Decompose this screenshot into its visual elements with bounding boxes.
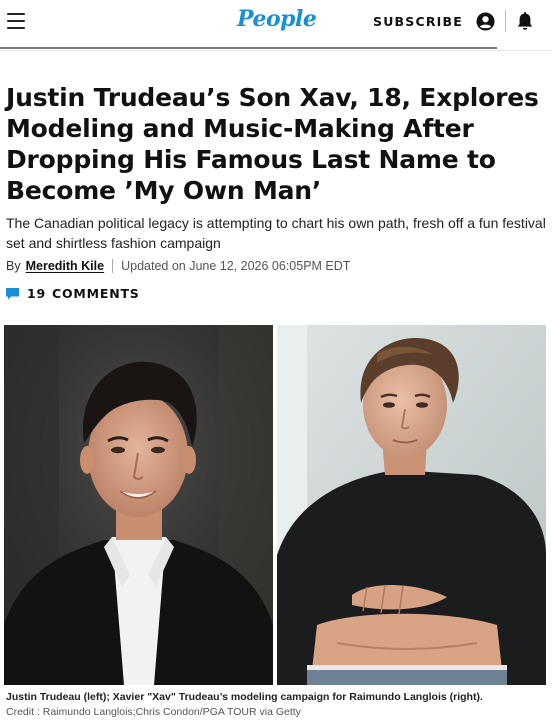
author-link[interactable]: Meredith Kile (26, 259, 105, 273)
article-headline: Justin Trudeau’s Son Xav, 18, Explores M… (6, 83, 539, 205)
photo-justin-trudeau (4, 325, 273, 685)
notification-bell-icon[interactable] (516, 12, 534, 32)
header-rule-fade (0, 50, 552, 51)
comments-link[interactable]: 19 COMMENTS (6, 286, 140, 301)
photo-caption: Justin Trudeau (left); Xavier "Xav" Trud… (6, 691, 483, 703)
byline-by-label: By (6, 259, 21, 273)
byline-separator (112, 259, 114, 273)
comment-bubble-icon (6, 287, 19, 299)
photo-credit: Credit : Raimundo Langlois;Chris Condon/… (6, 706, 301, 718)
subscribe-button[interactable]: SUBSCRIBE (373, 14, 463, 29)
article-dek: The Canadian political legacy is attempt… (6, 215, 546, 251)
updated-timestamp: Updated on June 12, 2026 06:05PM EDT (121, 259, 351, 273)
photo-xav-modeling-campaign (277, 325, 546, 685)
comments-label: COMMENTS (52, 286, 140, 301)
header-divider (505, 10, 506, 32)
account-circle-icon[interactable] (476, 12, 495, 31)
site-header: People SUBSCRIBE (0, 0, 552, 44)
hamburger-menu-icon[interactable] (7, 13, 25, 29)
site-logo[interactable]: People (237, 6, 317, 32)
comments-count: 19 (27, 286, 46, 301)
header-rule (0, 47, 497, 49)
article-byline: By Meredith Kile Updated on June 12, 202… (6, 259, 350, 273)
